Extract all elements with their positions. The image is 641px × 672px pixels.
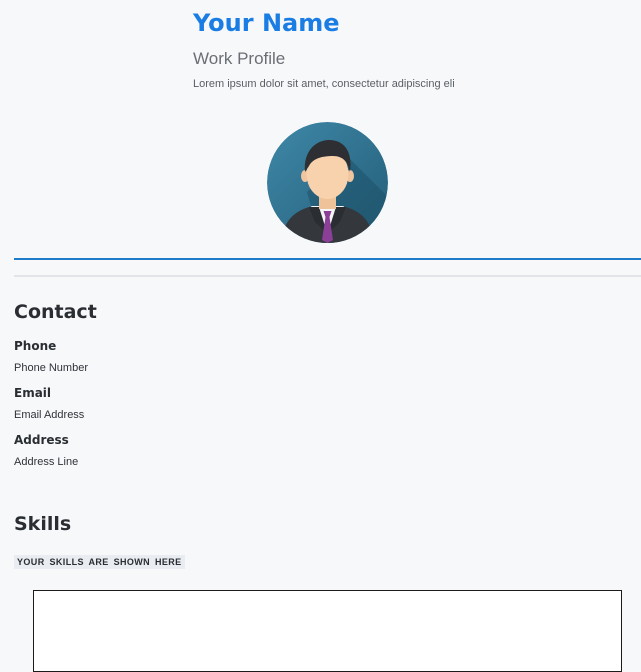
contact-value: Phone Number bbox=[14, 362, 88, 374]
profile-title: Work Profile bbox=[193, 49, 286, 68]
profile-header: Your Name Work Profile Lorem ipsum dolor… bbox=[193, 8, 633, 91]
contact-item-address: Address Address Line bbox=[14, 432, 97, 469]
profile-tagline: Lorem ipsum dolor sit amet, consectetur … bbox=[193, 78, 455, 90]
header-divider bbox=[14, 258, 641, 260]
section-divider bbox=[14, 275, 641, 277]
contact-section: Contact Phone Phone Number Email Email A… bbox=[14, 300, 97, 469]
skills-heading: Skills bbox=[14, 513, 72, 535]
contact-item-email: Email Email Address bbox=[14, 385, 97, 422]
skills-panel bbox=[33, 590, 622, 672]
skills-chip: YOUR SKILLS ARE SHOWN HERE bbox=[14, 555, 185, 569]
contact-value: Address Line bbox=[14, 456, 79, 468]
skills-section: Skills bbox=[14, 512, 71, 536]
contact-item-phone: Phone Phone Number bbox=[14, 338, 97, 375]
contact-label: Email bbox=[14, 386, 52, 400]
contact-label: Address bbox=[14, 433, 69, 447]
contact-heading: Contact bbox=[14, 301, 97, 323]
contact-value: Email Address bbox=[14, 409, 85, 421]
contact-label: Phone bbox=[14, 339, 57, 353]
person-avatar-icon bbox=[267, 122, 388, 243]
profile-name: Your Name bbox=[193, 9, 340, 37]
